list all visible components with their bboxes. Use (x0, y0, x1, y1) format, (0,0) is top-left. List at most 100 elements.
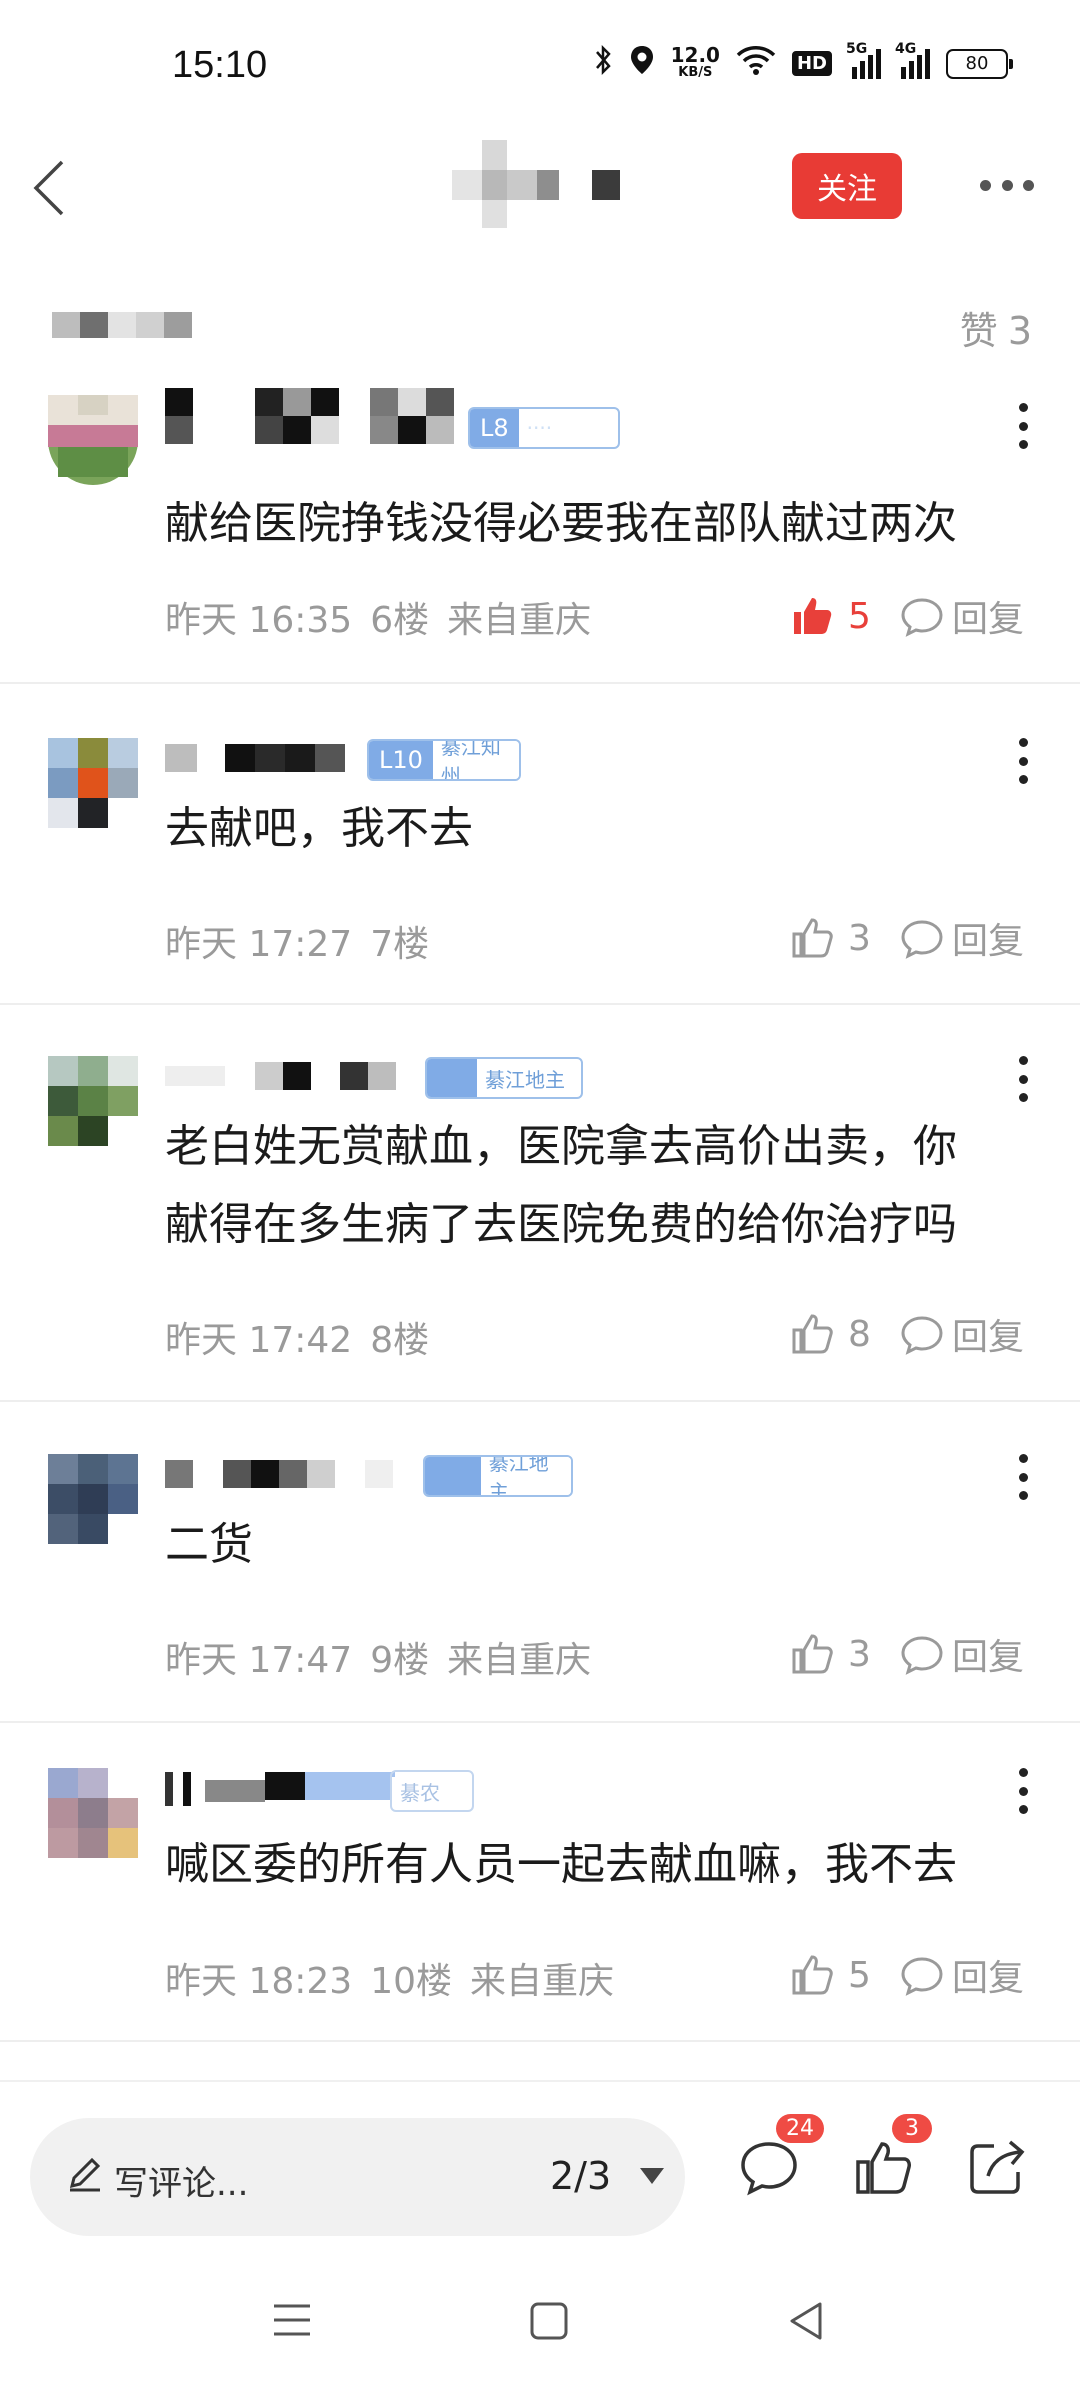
thumbs-up-icon (792, 1634, 833, 1674)
comment-bubble-icon (901, 1636, 943, 1675)
comment-time: 昨天 18:23 (165, 1961, 353, 2002)
net-speed-unit: KB/S (678, 64, 713, 80)
blurred-username[interactable] (165, 1768, 405, 1808)
blurred-username[interactable] (165, 388, 465, 444)
level-badge: 綦农 (390, 1770, 474, 1812)
menu-icon[interactable] (270, 2300, 314, 2340)
like-button[interactable]: 3 (790, 1629, 871, 1679)
follow-button[interactable]: 关注 (792, 153, 902, 219)
avatar[interactable] (48, 1056, 138, 1146)
like-button[interactable]: 5 (790, 591, 871, 641)
avatar[interactable] (48, 738, 138, 828)
status-icons: 12.0 KB/S HD 5G 4G 80 (593, 41, 1013, 83)
comment-time: 昨天 17:47 (165, 1640, 353, 1681)
badge-title: 綦江地主 (477, 1063, 573, 1093)
more-dot-icon (1023, 179, 1034, 191)
comment-more-button[interactable] (1016, 1768, 1030, 1814)
signal-4g-icon: 4G (895, 41, 930, 79)
badge-blurred: ···· (518, 416, 561, 440)
thumbs-up-icon (792, 1955, 833, 1995)
divider (0, 682, 1080, 684)
comment-location: 来自重庆 (447, 1640, 592, 1681)
battery-level: 80 (965, 53, 989, 74)
blurred-title (452, 140, 632, 230)
home-icon[interactable] (528, 2300, 570, 2342)
chevron-left-icon (33, 160, 64, 216)
blurred-username[interactable] (165, 1454, 425, 1494)
comment-more-button[interactable] (1016, 738, 1030, 784)
caret-down-icon[interactable] (640, 2168, 664, 2184)
back-button[interactable] (28, 158, 78, 218)
more-dot-icon (1001, 179, 1013, 191)
comment-count-badge: 24 (776, 2114, 824, 2143)
share-button[interactable] (964, 2134, 1030, 2200)
page-indicator[interactable]: 2/3 (550, 2154, 611, 2198)
share-icon (970, 2140, 1025, 2194)
level-badge: L10 綦江知州 (367, 739, 521, 781)
comment-more-button[interactable] (1016, 1056, 1030, 1102)
like-count: 5 (848, 595, 871, 637)
avatar[interactable] (48, 395, 138, 485)
comment-text-line: 献得在多生病了去医院免费的给你治疗吗 (165, 1199, 957, 1250)
comment-location: 来自重庆 (470, 1961, 615, 2002)
comment-more-button[interactable] (1016, 1454, 1030, 1500)
avatar[interactable] (48, 1768, 138, 1858)
like-button[interactable]: 5 (790, 1950, 871, 2000)
comments-button[interactable]: 24 (736, 2114, 824, 2200)
more-options-button[interactable] (980, 170, 1034, 200)
write-comment-box[interactable]: 写评论... 2/3 (30, 2118, 685, 2236)
comment-floor: 8楼 (370, 1320, 430, 1361)
thumbs-up-icon (792, 1314, 833, 1354)
comment-bubble-icon (901, 1316, 943, 1355)
divider (0, 2040, 1080, 2042)
blurred-username[interactable] (165, 1056, 425, 1096)
comment-time: 昨天 17:27 (165, 924, 353, 965)
like-button[interactable]: 8 (790, 1309, 871, 1359)
comment-meta: 昨天 16:35 6楼 来自重庆 (165, 591, 609, 643)
level-badge: L8 ···· (468, 407, 620, 449)
reply-label: 回复 (952, 1958, 1025, 1999)
badge-title: 綦农 (392, 1776, 448, 1806)
level-badge: 綦江地主 (425, 1057, 583, 1099)
comment-time: 昨天 16:35 (165, 600, 353, 641)
comment-floor: 7楼 (370, 924, 430, 965)
back-triangle-icon[interactable] (786, 2300, 826, 2342)
comment-floor: 6楼 (370, 600, 430, 641)
likes-summary-count: 3 (1007, 309, 1032, 353)
like-count: 3 (848, 1633, 871, 1675)
comment-floor: 9楼 (370, 1640, 430, 1681)
status-time: 15:10 (172, 44, 268, 86)
like-count: 5 (848, 1954, 871, 1996)
comment-meta: 昨天 17:47 9楼 来自重庆 (165, 1631, 609, 1683)
reply-button[interactable]: 回复 (900, 591, 1024, 641)
reply-button[interactable]: 回复 (900, 1309, 1024, 1359)
reply-button[interactable]: 回复 (900, 913, 1024, 963)
badge-title: 綦江知州 (432, 741, 519, 779)
reply-button[interactable]: 回复 (900, 1950, 1024, 2000)
likes-summary: 赞3 (960, 300, 1032, 355)
reply-button[interactable]: 回复 (900, 1629, 1024, 1679)
blurred-username[interactable] (165, 738, 365, 778)
level-blurred (427, 1059, 477, 1097)
divider (0, 1003, 1080, 1005)
system-navigation-bar (0, 2250, 1080, 2400)
wifi-icon (736, 45, 776, 82)
comment-more-button[interactable] (1016, 403, 1030, 449)
location-icon (629, 44, 655, 83)
like-count-badge: 3 (892, 2114, 932, 2143)
reply-label: 回复 (952, 1317, 1025, 1358)
comment-bubble-icon (901, 1957, 943, 1996)
comment-bubble-icon (901, 598, 943, 637)
battery-icon: 80 (946, 48, 1013, 79)
likes-summary-label: 赞 (959, 309, 998, 353)
like-button[interactable]: 3 (790, 913, 871, 963)
comment-icon (741, 2142, 797, 2196)
avatar[interactable] (48, 1454, 138, 1544)
like-post-button[interactable]: 3 (850, 2114, 932, 2200)
pencil-icon (69, 2157, 101, 2192)
comment-text-line: 老白姓无赏献血，医院拿去高价出卖，你 (165, 1121, 957, 1172)
level-blurred (425, 1457, 481, 1495)
reply-label: 回复 (952, 599, 1025, 640)
level-label: L10 (369, 741, 433, 779)
comment-text: 去献吧，我不去 (165, 803, 473, 854)
